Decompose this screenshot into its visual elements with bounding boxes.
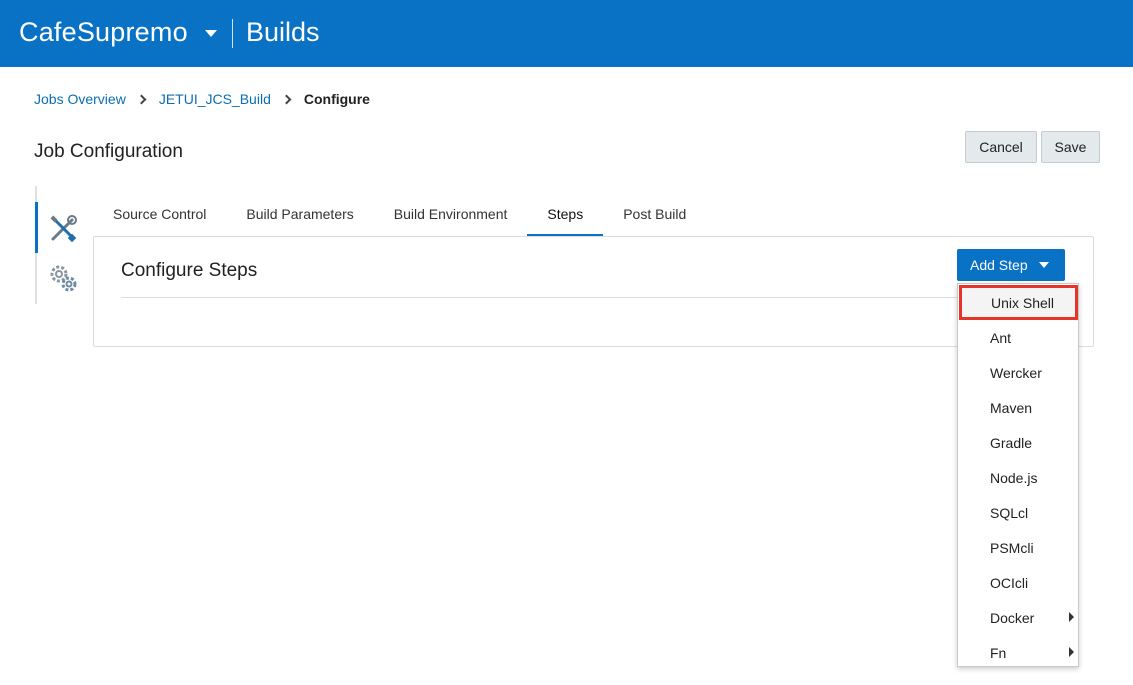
menu-item-docker-label: Docker bbox=[990, 609, 1035, 626]
side-nav-active-indicator bbox=[35, 202, 38, 253]
panel-title: Configure Steps bbox=[121, 260, 258, 281]
breadcrumb-current: Configure bbox=[303, 91, 370, 107]
chevron-right-icon bbox=[281, 94, 292, 104]
project-dropdown-caret-icon[interactable] bbox=[205, 30, 217, 37]
chevron-down-icon bbox=[1039, 262, 1049, 268]
menu-item-sqlcl[interactable]: SQLcl bbox=[958, 495, 1078, 530]
config-tabs: Source Control Build Parameters Build En… bbox=[93, 196, 706, 237]
add-step-button[interactable]: Add Step bbox=[957, 249, 1065, 281]
menu-item-maven[interactable]: Maven bbox=[958, 390, 1078, 425]
side-nav-item-configuration[interactable] bbox=[44, 210, 82, 248]
tab-steps[interactable]: Steps bbox=[527, 196, 604, 237]
project-name[interactable]: CafeSupremo bbox=[19, 17, 188, 48]
submenu-arrow-icon bbox=[1069, 612, 1074, 622]
menu-item-ocicli[interactable]: OCIcli bbox=[958, 565, 1078, 600]
top-bar: CafeSupremo Builds bbox=[0, 0, 1133, 67]
breadcrumb: Jobs Overview JETUI_JCS_Build Configure bbox=[34, 91, 370, 107]
add-step-menu: Unix Shell Ant Wercker Maven Gradle Node… bbox=[957, 283, 1079, 667]
section-title: Builds bbox=[246, 17, 320, 47]
menu-item-wercker[interactable]: Wercker bbox=[958, 355, 1078, 390]
divider bbox=[121, 297, 971, 298]
menu-item-psmcli[interactable]: PSMcli bbox=[958, 530, 1078, 565]
chevron-right-icon bbox=[136, 94, 147, 104]
gears-icon bbox=[50, 265, 77, 292]
menu-item-docker[interactable]: Docker bbox=[958, 600, 1078, 635]
tools-icon bbox=[50, 215, 77, 243]
menu-item-nodejs[interactable]: Node.js bbox=[958, 460, 1078, 495]
menu-item-unix-shell[interactable]: Unix Shell bbox=[959, 285, 1078, 320]
side-nav-item-settings[interactable] bbox=[44, 259, 82, 297]
header-divider bbox=[232, 19, 233, 48]
tab-build-environment[interactable]: Build Environment bbox=[374, 196, 528, 237]
save-button[interactable]: Save bbox=[1041, 131, 1100, 163]
tab-build-parameters[interactable]: Build Parameters bbox=[226, 196, 373, 237]
menu-item-fn-label: Fn bbox=[990, 644, 1007, 661]
breadcrumb-jobs-overview[interactable]: Jobs Overview bbox=[34, 91, 126, 107]
tab-source-control[interactable]: Source Control bbox=[93, 196, 226, 237]
menu-item-ant[interactable]: Ant bbox=[958, 320, 1078, 355]
cancel-button[interactable]: Cancel bbox=[965, 131, 1037, 163]
add-step-label: Add Step bbox=[970, 257, 1028, 273]
menu-item-fn[interactable]: Fn bbox=[958, 635, 1078, 670]
breadcrumb-job[interactable]: JETUI_JCS_Build bbox=[159, 91, 271, 107]
configure-steps-panel: Configure Steps bbox=[93, 236, 1094, 347]
page-title: Job Configuration bbox=[34, 141, 183, 162]
tab-post-build[interactable]: Post Build bbox=[603, 196, 706, 237]
menu-item-gradle[interactable]: Gradle bbox=[958, 425, 1078, 460]
submenu-arrow-icon bbox=[1069, 647, 1074, 657]
